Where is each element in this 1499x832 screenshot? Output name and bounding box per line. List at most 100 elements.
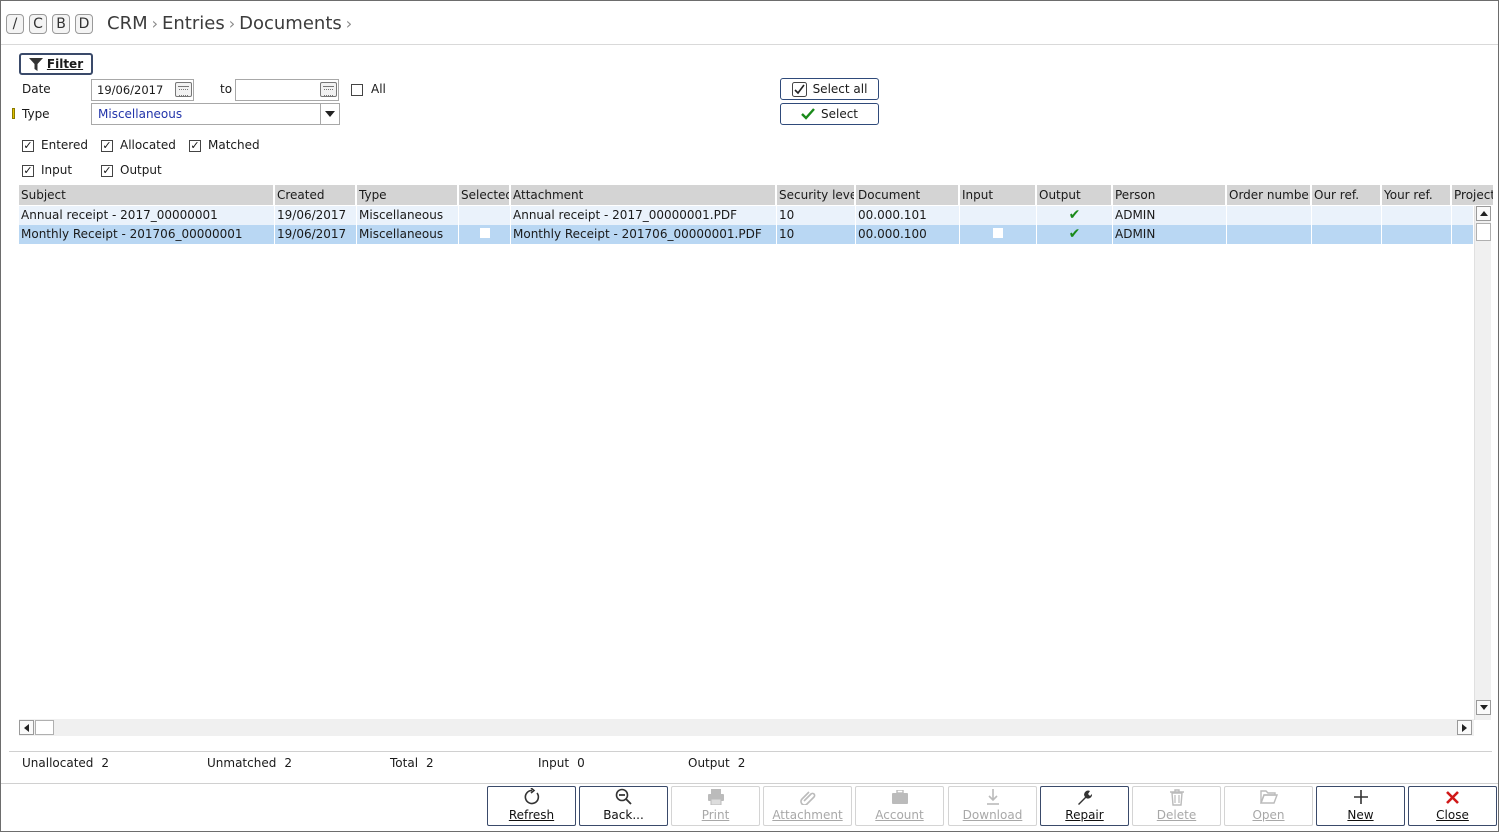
cell-type: Miscellaneous: [357, 206, 459, 225]
column-header-created[interactable]: Created: [275, 185, 357, 205]
shortcut-b[interactable]: B: [52, 14, 70, 34]
download-button[interactable]: Download: [948, 786, 1037, 826]
open-label: Open: [1252, 808, 1285, 822]
breadcrumb-entries[interactable]: Entries: [162, 13, 225, 34]
refresh-label: Refresh: [508, 808, 555, 822]
arrow-down-icon: [1479, 705, 1488, 710]
arrow-up-icon: [1479, 211, 1488, 216]
refresh-button[interactable]: Refresh: [487, 786, 576, 826]
allocated-checkbox[interactable]: ✓: [101, 140, 113, 152]
back-button[interactable]: Back...: [579, 786, 668, 826]
selected-checkbox[interactable]: [479, 228, 490, 238]
column-header-output[interactable]: Output: [1037, 185, 1113, 205]
chevron-right-icon: ›: [151, 14, 159, 33]
scroll-left-button[interactable]: [19, 720, 34, 735]
status-total-label: Total: [390, 756, 419, 770]
scroll-right-button[interactable]: [1457, 720, 1472, 735]
checkmark-icon: ✔: [1068, 226, 1081, 242]
column-header-your-ref[interactable]: Your ref.: [1382, 185, 1452, 205]
close-icon: [1446, 787, 1459, 807]
shortcut-slash[interactable]: /: [6, 14, 24, 34]
scroll-down-button[interactable]: [1476, 700, 1491, 715]
input-checkbox[interactable]: ✓: [22, 165, 34, 177]
new-button[interactable]: New: [1316, 786, 1405, 826]
column-header-person[interactable]: Person: [1113, 185, 1227, 205]
print-button[interactable]: Print: [671, 786, 760, 826]
type-label: Type: [22, 107, 50, 121]
column-header-order-number[interactable]: Order number: [1227, 185, 1312, 205]
table-row[interactable]: Monthly Receipt - 201706_00000001 19/06/…: [19, 225, 1474, 244]
shortcut-c[interactable]: C: [29, 14, 47, 34]
cell-security-level: 10: [777, 225, 856, 244]
chevron-right-icon: ›: [228, 14, 236, 33]
required-marker: [12, 108, 15, 119]
cell-input: [960, 206, 1037, 225]
filter-button[interactable]: Filter: [19, 53, 93, 75]
account-button[interactable]: Account: [855, 786, 944, 826]
cell-output: ✔: [1037, 225, 1113, 244]
column-header-attachment[interactable]: Attachment: [511, 185, 777, 205]
column-header-document[interactable]: Document: [856, 185, 960, 205]
breadcrumb-crm[interactable]: CRM: [107, 13, 148, 34]
checkmark-icon: ✔: [1068, 207, 1081, 223]
type-select-value: Miscellaneous: [98, 107, 183, 121]
column-header-input[interactable]: Input: [960, 185, 1037, 205]
type-select[interactable]: Miscellaneous: [91, 103, 340, 125]
horizontal-scrollbar[interactable]: [19, 719, 1474, 736]
header: / C B D CRM › Entries › Documents ›: [1, 1, 1498, 45]
date-from-value: 19/06/2017: [97, 83, 164, 97]
cell-our-ref: [1312, 206, 1382, 225]
column-header-project[interactable]: Project: [1452, 185, 1493, 205]
checkmark-icon: [801, 108, 815, 120]
cell-selected[interactable]: [459, 206, 511, 225]
open-button[interactable]: Open: [1224, 786, 1313, 826]
trash-icon: [1169, 787, 1184, 807]
calendar-icon[interactable]: [175, 82, 192, 97]
select-all-button[interactable]: Select all: [780, 78, 879, 100]
attachment-button[interactable]: Attachment: [763, 786, 852, 826]
column-header-subject[interactable]: Subject: [19, 185, 275, 205]
cell-project: [1452, 225, 1474, 244]
to-label: to: [220, 82, 233, 96]
matched-checkbox[interactable]: ✓: [189, 140, 201, 152]
column-header-type[interactable]: Type: [357, 185, 459, 205]
scroll-thumb[interactable]: [1476, 223, 1491, 241]
scroll-thumb[interactable]: [35, 720, 54, 735]
status-unallocated-label: Unallocated: [22, 756, 94, 770]
printer-icon: [707, 787, 725, 807]
shortcut-d[interactable]: D: [75, 14, 93, 34]
status-output-value: 2: [737, 756, 746, 770]
column-header-security-level[interactable]: Security level: [777, 185, 856, 205]
divider: [9, 751, 1492, 752]
breadcrumb-documents[interactable]: Documents: [239, 13, 342, 34]
account-label: Account: [875, 808, 924, 822]
matched-label: Matched: [208, 138, 260, 152]
all-label: All: [371, 82, 386, 96]
cell-project: [1452, 206, 1474, 225]
entered-checkbox[interactable]: ✓: [22, 140, 34, 152]
scroll-up-button[interactable]: [1476, 206, 1491, 221]
filter-button-label: Filter: [46, 57, 84, 71]
all-checkbox[interactable]: [351, 84, 363, 96]
close-button[interactable]: Close: [1408, 786, 1497, 826]
select-button[interactable]: Select: [780, 103, 879, 125]
cell-document: 00.000.100: [856, 225, 960, 244]
cell-input[interactable]: [960, 225, 1037, 244]
output-label: Output: [120, 163, 162, 177]
dropdown-button[interactable]: [320, 104, 339, 124]
allocated-label: Allocated: [120, 138, 176, 152]
vertical-scrollbar[interactable]: [1474, 206, 1491, 720]
cell-selected[interactable]: [459, 225, 511, 244]
briefcase-icon: [891, 787, 909, 807]
date-label: Date: [22, 82, 51, 96]
output-checkbox[interactable]: ✓: [101, 165, 113, 177]
table-row[interactable]: Annual receipt - 2017_00000001 19/06/201…: [19, 206, 1474, 225]
cell-person: ADMIN: [1113, 225, 1227, 244]
column-header-selected[interactable]: Selected: [459, 185, 511, 205]
repair-button[interactable]: Repair: [1040, 786, 1129, 826]
input-checkbox-cell[interactable]: [993, 228, 1003, 238]
column-header-our-ref[interactable]: Our ref.: [1312, 185, 1382, 205]
cell-subject: Monthly Receipt - 201706_00000001: [19, 225, 275, 244]
delete-button[interactable]: Delete: [1132, 786, 1221, 826]
calendar-icon[interactable]: [320, 82, 337, 97]
